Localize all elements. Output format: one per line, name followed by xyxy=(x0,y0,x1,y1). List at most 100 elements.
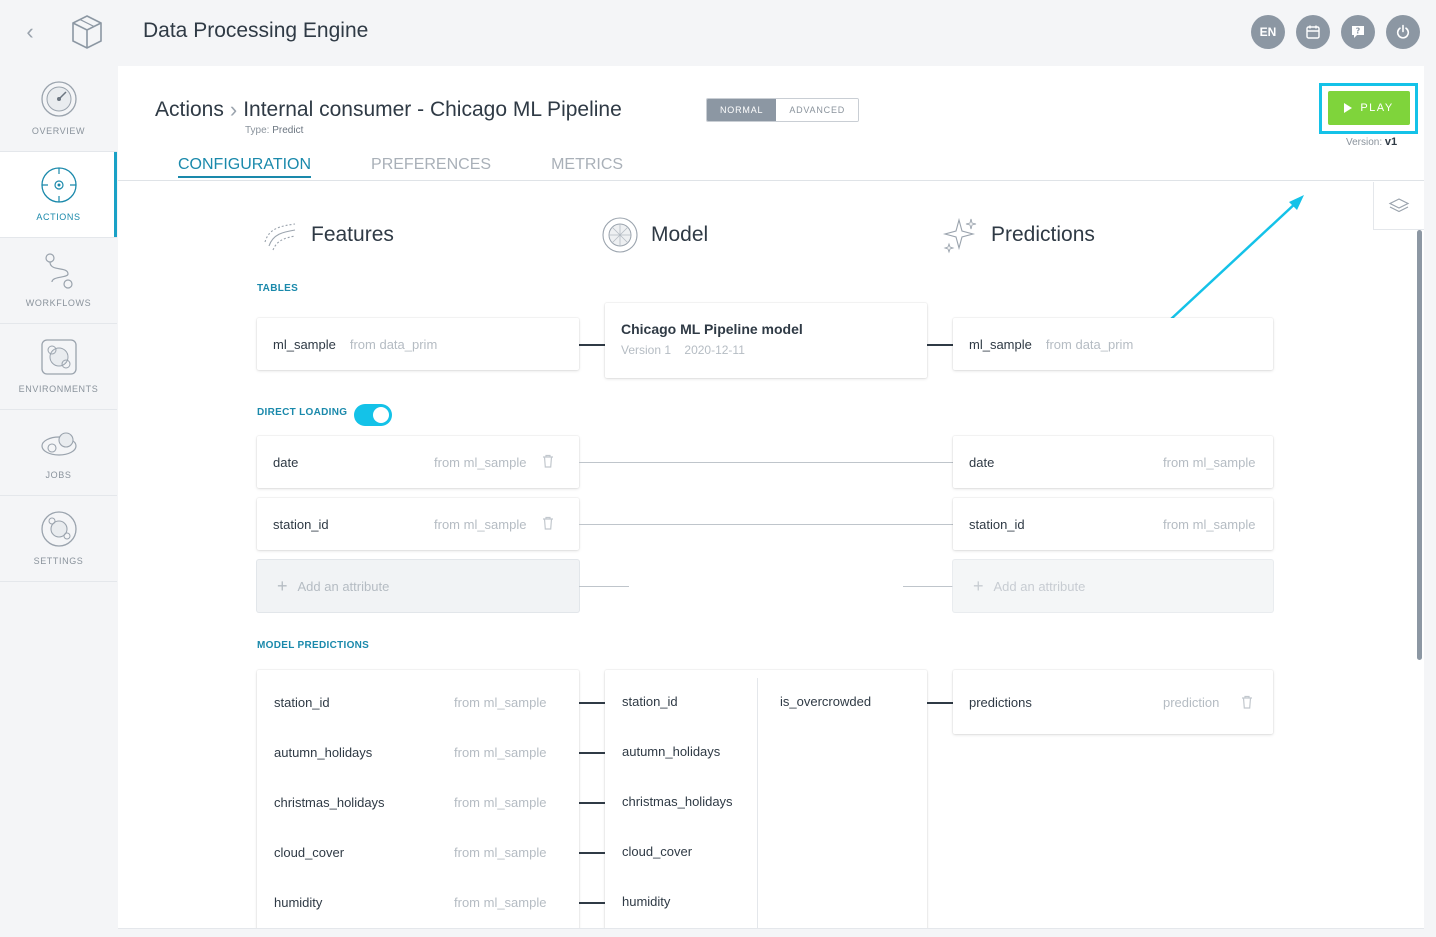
input-table-name: ml_sample xyxy=(273,336,336,352)
add-attribute-button[interactable]: + Add an attribute xyxy=(257,560,579,612)
app-title: Data Processing Engine xyxy=(143,19,369,42)
calendar-icon[interactable] xyxy=(1296,15,1330,49)
attribute-name: date xyxy=(273,454,299,470)
direct-loading-output-row[interactable]: date from ml_sample xyxy=(953,436,1273,488)
annotation-arrow-icon xyxy=(1155,195,1304,334)
power-icon[interactable] xyxy=(1386,15,1420,49)
tab-metrics[interactable]: METRICS xyxy=(551,156,623,178)
help-chat-icon[interactable]: ? xyxy=(1341,15,1375,49)
layers-icon[interactable] xyxy=(1373,182,1424,230)
main-panel: Actions › Internal consumer - Chicago ML… xyxy=(118,66,1424,937)
tab-configuration[interactable]: CONFIGURATION xyxy=(178,156,312,178)
connector xyxy=(927,702,953,704)
version-prefix: Version: xyxy=(1346,137,1383,148)
app-logo-cube-icon xyxy=(70,14,104,50)
connector xyxy=(579,702,605,704)
feature-source: from ml_sample xyxy=(454,845,547,860)
prediction-output-card[interactable]: predictions prediction xyxy=(953,670,1273,734)
attribute-source: from ml_sample xyxy=(434,454,527,470)
workflow-icon xyxy=(44,253,73,289)
connector xyxy=(579,524,953,525)
sidebar-item-jobs[interactable]: JOBS xyxy=(0,410,117,496)
cog-icon xyxy=(40,511,77,547)
breadcrumb-separator-icon: › xyxy=(229,97,238,122)
output-table-card[interactable]: ml_sample from data_prim xyxy=(953,318,1273,370)
play-icon xyxy=(1344,103,1353,113)
breadcrumb-root[interactable]: Actions xyxy=(155,98,224,122)
bottom-strip xyxy=(118,928,1424,937)
model-title: Model xyxy=(651,223,709,246)
add-attribute-label: Add an attribute xyxy=(993,578,1086,594)
model-card[interactable]: Chicago ML Pipeline model Version 1 2020… xyxy=(605,303,927,378)
attribute-name: date xyxy=(969,454,995,470)
attribute-source: from ml_sample xyxy=(1163,454,1256,470)
model-name: Chicago ML Pipeline model xyxy=(621,321,803,337)
direct-loading-output-row[interactable]: station_id from ml_sample xyxy=(953,498,1273,550)
sidebar-item-actions[interactable]: ACTIONS xyxy=(0,152,117,238)
language-button[interactable]: EN xyxy=(1251,15,1285,49)
feature-name: christmas_holidays xyxy=(274,795,385,810)
sparkles-icon xyxy=(942,217,977,254)
sidebar-item-label: OVERVIEW xyxy=(31,126,86,136)
action-type: Type: Predict xyxy=(245,125,303,136)
add-attribute-label: Add an attribute xyxy=(297,578,390,594)
sidebar-item-overview[interactable]: OVERVIEW xyxy=(0,66,117,152)
mode-normal-button[interactable]: NORMAL xyxy=(707,99,777,121)
direct-loading-row[interactable]: date from ml_sample xyxy=(257,436,579,488)
gears-icon xyxy=(40,432,77,456)
environment-icon xyxy=(40,339,77,375)
sidebar-item-workflows[interactable]: WORKFLOWS xyxy=(0,238,117,324)
attribute-name: station_id xyxy=(273,516,329,532)
connector xyxy=(579,852,605,854)
model-io-divider xyxy=(757,678,758,928)
sidebar-item-label: ACTIONS xyxy=(36,212,81,222)
top-bar: ‹ Data Processing Engine EN ? xyxy=(0,0,1436,64)
plus-icon: + xyxy=(277,575,288,596)
gauge-icon xyxy=(40,81,77,117)
connector xyxy=(579,752,605,754)
output-table-name: ml_sample xyxy=(969,336,1032,352)
model-output: is_overcrowded xyxy=(780,694,872,709)
version-info: Version: v1 xyxy=(1346,136,1397,148)
trash-icon[interactable] xyxy=(1241,695,1253,709)
sidebar: OVERVIEW ACTIONS WORKFLOWS ENVIRONMENTS xyxy=(0,66,117,583)
model-header: Model xyxy=(601,216,708,254)
prediction-name: predictions xyxy=(969,694,1032,710)
connector xyxy=(579,802,605,804)
features-header: Features xyxy=(261,216,394,254)
predictions-header: Predictions xyxy=(941,216,1095,254)
attribute-source: from ml_sample xyxy=(1163,516,1256,532)
mode-advanced-button[interactable]: ADVANCED xyxy=(776,99,859,121)
model-date: 2020-12-11 xyxy=(684,343,745,357)
model-input: humidity xyxy=(622,894,671,909)
trash-icon[interactable] xyxy=(542,454,554,468)
features-title: Features xyxy=(311,223,394,246)
prediction-source: prediction xyxy=(1163,694,1220,710)
features-icon xyxy=(264,223,296,251)
trash-icon[interactable] xyxy=(542,516,554,530)
direct-loading-row[interactable]: station_id from ml_sample xyxy=(257,498,579,550)
sidebar-item-settings[interactable]: SETTINGS xyxy=(0,496,117,582)
connector xyxy=(927,344,953,346)
connector xyxy=(579,462,953,463)
attribute-name: station_id xyxy=(969,516,1025,532)
input-table-card[interactable]: ml_sample from data_prim xyxy=(257,318,579,370)
scrollbar[interactable] xyxy=(1417,230,1422,660)
back-chevron-icon[interactable]: ‹ xyxy=(18,18,42,46)
sidebar-item-environments[interactable]: ENVIRONMENTS xyxy=(0,324,117,410)
connector xyxy=(579,344,605,346)
model-meta: Version 1 2020-12-11 xyxy=(621,343,911,357)
add-attribute-output-button[interactable]: + Add an attribute xyxy=(953,560,1273,612)
sidebar-item-label: JOBS xyxy=(45,470,72,480)
direct-loading-toggle[interactable] xyxy=(354,404,392,426)
feature-name: humidity xyxy=(274,895,323,910)
model-version: Version 1 xyxy=(621,343,672,357)
type-value: Predict xyxy=(272,125,304,136)
feature-name: station_id xyxy=(274,695,330,710)
play-button[interactable]: PLAY xyxy=(1328,91,1410,125)
tab-preferences[interactable]: PREFERENCES xyxy=(371,156,491,178)
sidebar-item-label: SETTINGS xyxy=(33,556,84,566)
plus-icon: + xyxy=(973,575,984,596)
model-input: autumn_holidays xyxy=(622,744,721,759)
model-input: cloud_cover xyxy=(622,844,693,859)
